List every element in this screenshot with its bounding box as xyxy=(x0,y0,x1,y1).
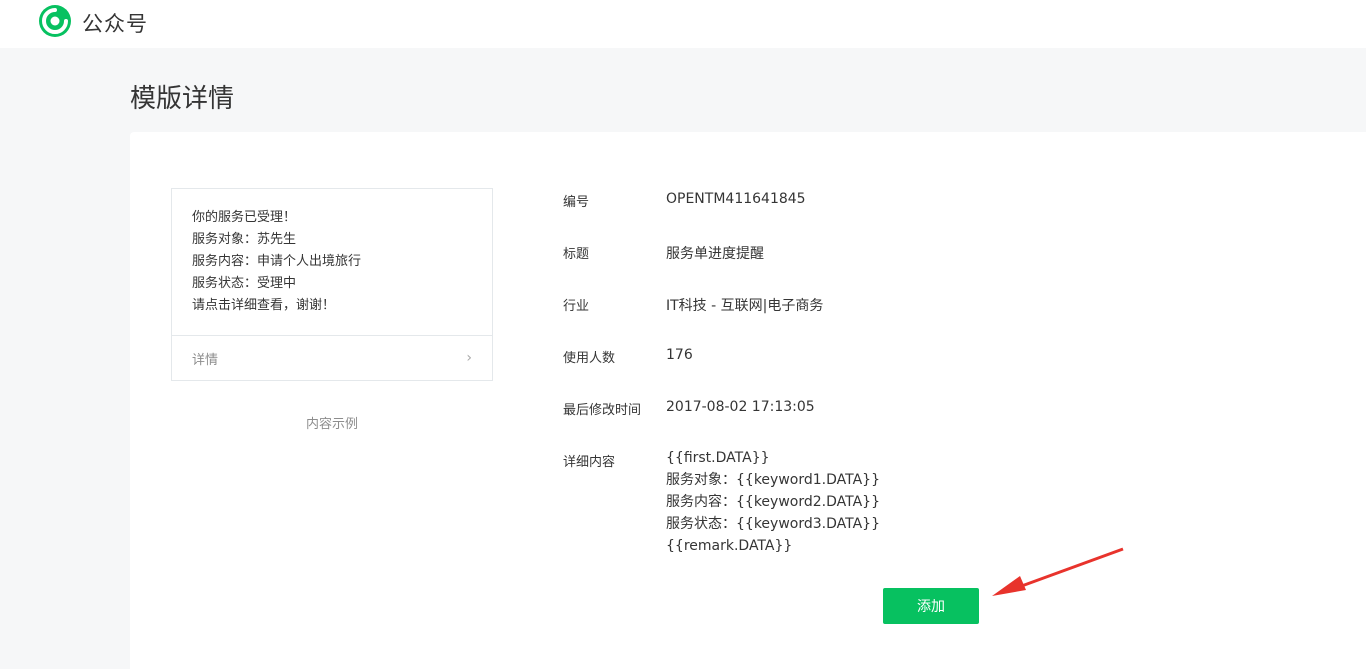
message-preview-body: 你的服务已受理！ 服务对象：苏先生 服务内容：申请个人出境旅行 服务状态：受理中… xyxy=(172,189,492,336)
page-title: 模版详情 xyxy=(130,84,235,114)
detail-line: 服务状态：{{keyword3.DATA}} xyxy=(666,516,880,532)
id-value: OPENTM411641845 xyxy=(666,191,806,207)
detail-content: {{first.DATA}} 服务对象：{{keyword1.DATA}} 服务… xyxy=(666,447,880,557)
users-value: 176 xyxy=(666,347,693,363)
detail-line: {{remark.DATA}} xyxy=(666,538,793,554)
detail-line: 服务内容：{{keyword2.DATA}} xyxy=(666,494,880,510)
preview-line: 请点击详细查看，谢谢！ xyxy=(192,298,336,313)
wechat-logo-icon xyxy=(38,4,72,42)
preview-detail-link[interactable]: 详情 › xyxy=(172,336,492,380)
detail-line: {{first.DATA}} xyxy=(666,450,770,466)
modified-label: 最后修改时间 xyxy=(563,403,642,418)
id-label: 编号 xyxy=(563,195,590,210)
app-title: 公众号 xyxy=(82,12,148,36)
logo[interactable]: 公众号 xyxy=(38,4,148,42)
industry-label: 行业 xyxy=(563,299,590,314)
preview-line: 服务内容：申请个人出境旅行 xyxy=(192,254,362,269)
top-bar: 公众号 xyxy=(0,0,1366,48)
chevron-right-icon: › xyxy=(466,350,472,366)
users-label: 使用人数 xyxy=(563,351,616,366)
template-detail-card: 你的服务已受理！ 服务对象：苏先生 服务内容：申请个人出境旅行 服务状态：受理中… xyxy=(130,132,1366,669)
detail-label: 详细内容 xyxy=(563,455,616,470)
modified-value: 2017-08-02 17:13:05 xyxy=(666,399,815,415)
preview-line: 服务对象：苏先生 xyxy=(192,232,297,247)
title-value: 服务单进度提醒 xyxy=(666,246,764,262)
preview-detail-label: 详情 xyxy=(192,352,219,368)
sample-caption: 内容示例 xyxy=(305,417,358,432)
message-preview-card: 你的服务已受理！ 服务对象：苏先生 服务内容：申请个人出境旅行 服务状态：受理中… xyxy=(171,188,493,381)
add-button[interactable]: 添加 xyxy=(883,588,979,624)
title-label: 标题 xyxy=(563,247,590,262)
preview-line: 你的服务已受理！ xyxy=(192,210,297,225)
preview-line: 服务状态：受理中 xyxy=(192,276,297,291)
industry-value: IT科技 - 互联网|电子商务 xyxy=(666,298,824,314)
detail-line: 服务对象：{{keyword1.DATA}} xyxy=(666,472,880,488)
